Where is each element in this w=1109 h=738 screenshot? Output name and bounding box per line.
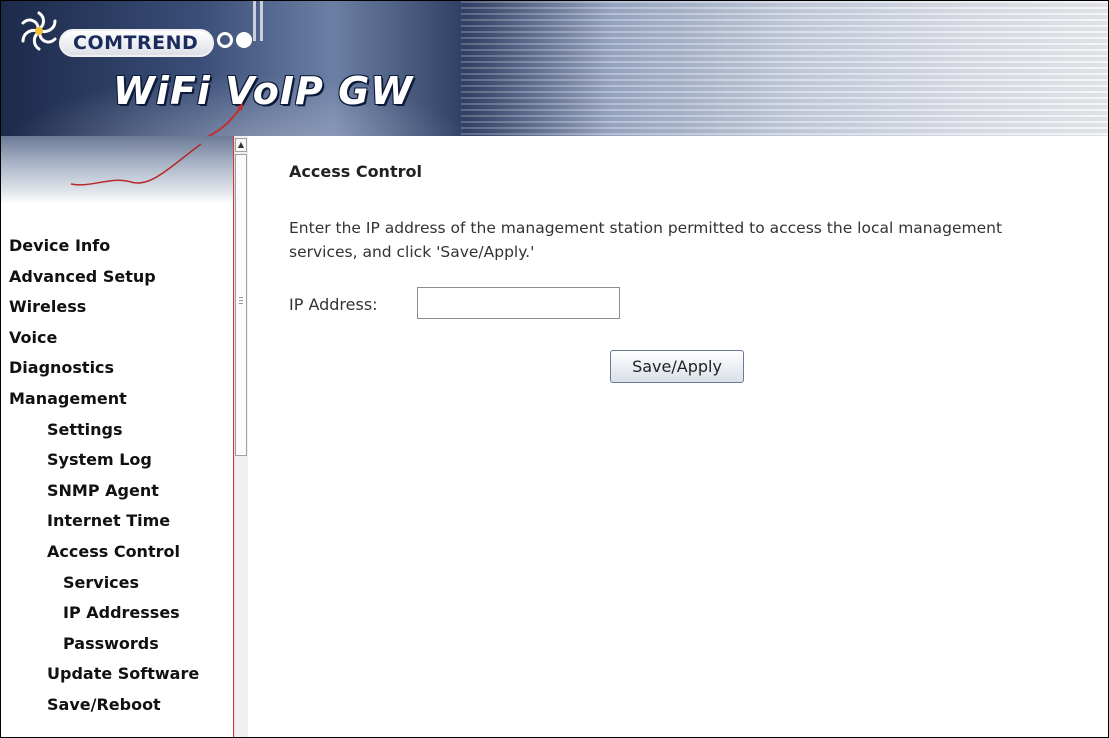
sidebar-item-passwords[interactable]: Passwords bbox=[1, 629, 233, 660]
scroll-up-arrow-icon[interactable]: ▲ bbox=[235, 138, 247, 152]
ip-address-input[interactable] bbox=[417, 287, 620, 319]
sidebar-item-advanced-setup[interactable]: Advanced Setup bbox=[1, 262, 233, 293]
ip-address-label: IP Address: bbox=[289, 295, 378, 314]
sidebar-item-update-software[interactable]: Update Software bbox=[1, 659, 233, 690]
sidebar-nav: Device Info Advanced Setup Wireless Voic… bbox=[1, 136, 234, 737]
sidebar-item-management[interactable]: Management bbox=[1, 384, 233, 415]
sidebar-item-diagnostics[interactable]: Diagnostics bbox=[1, 353, 233, 384]
sidebar-menu: Device Info Advanced Setup Wireless Voic… bbox=[1, 231, 233, 721]
sidebar-graphic bbox=[1, 136, 233, 204]
sidebar-item-system-log[interactable]: System Log bbox=[1, 445, 233, 476]
page-description: Enter the IP address of the management s… bbox=[289, 219, 1003, 261]
sidebar-item-device-info[interactable]: Device Info bbox=[1, 231, 233, 262]
brand-logo: COMTREND bbox=[59, 29, 215, 57]
red-trend-line-icon bbox=[70, 143, 202, 186]
header-banner: COMTREND WiFi VoIP GW bbox=[1, 1, 1108, 136]
sidebar-item-services[interactable]: Services bbox=[1, 568, 233, 599]
sidebar-item-ip-addresses[interactable]: IP Addresses bbox=[1, 598, 233, 629]
router-admin-page: COMTREND WiFi VoIP GW Device Info Advanc… bbox=[0, 0, 1109, 738]
sidebar-item-settings[interactable]: Settings bbox=[1, 415, 233, 446]
banner-stripes bbox=[461, 1, 1108, 136]
banner-divider bbox=[260, 1, 263, 41]
sidebar-item-snmp-agent[interactable]: SNMP Agent bbox=[1, 476, 233, 507]
save-apply-button[interactable]: Save/Apply bbox=[610, 350, 744, 383]
grip-icon bbox=[239, 297, 243, 305]
brand-dots-icon bbox=[217, 32, 255, 52]
swirl-logo-icon bbox=[21, 11, 57, 51]
sidebar-item-wireless[interactable]: Wireless bbox=[1, 292, 233, 323]
sidebar-item-save-reboot[interactable]: Save/Reboot bbox=[1, 690, 233, 721]
scroll-thumb[interactable] bbox=[235, 154, 247, 456]
sidebar-item-voice[interactable]: Voice bbox=[1, 323, 233, 354]
sidebar-scrollbar[interactable]: ▲ bbox=[234, 136, 248, 737]
sidebar-item-internet-time[interactable]: Internet Time bbox=[1, 506, 233, 537]
page-title: Access Control bbox=[289, 162, 422, 181]
product-name: WiFi VoIP GW bbox=[113, 69, 414, 113]
red-arrow-icon bbox=[206, 103, 243, 136]
sidebar-item-access-control[interactable]: Access Control bbox=[1, 537, 233, 568]
